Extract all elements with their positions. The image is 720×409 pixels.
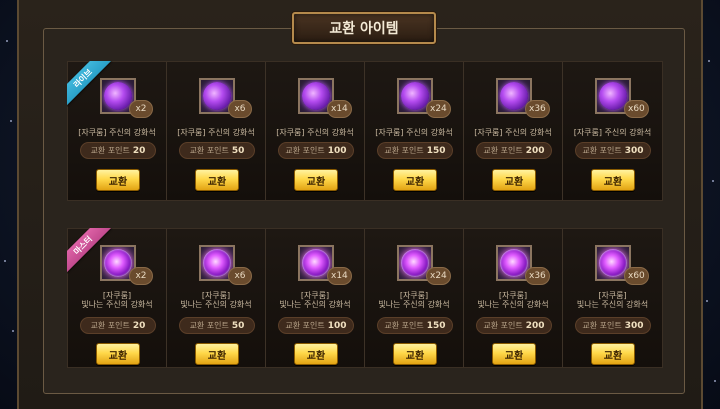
points-label: 교환 포인트 <box>189 321 229 330</box>
points-value: 20 <box>132 320 146 331</box>
item-name-line2: 빛나는 주신의 강화석 <box>477 300 549 309</box>
points-label: 교환 포인트 <box>285 321 325 330</box>
exchange-item-card: x14 [자쿠룸] 주신의 강화석교환 포인트 100 교환 <box>266 62 365 200</box>
points-value: 100 <box>327 320 347 331</box>
exchange-points-badge: 교환 포인트 20 <box>80 142 156 159</box>
exchange-points-badge: 교환 포인트 50 <box>179 142 255 159</box>
item-name-line2: 빛나는 주신의 강화석 <box>81 300 153 309</box>
points-label: 교환 포인트 <box>189 146 229 155</box>
item-name: [자쿠룸] 주신의 강화석 <box>276 128 354 137</box>
item-quantity-badge: x14 <box>327 100 352 118</box>
item-quantity-badge: x14 <box>327 267 352 285</box>
item-quantity-badge: x24 <box>426 100 451 118</box>
panel-title: 교환 아이템 <box>292 12 436 44</box>
item-name: [자쿠룸] 주신의 강화석 <box>78 128 156 137</box>
points-label: 교환 포인트 <box>90 321 130 330</box>
exchange-button[interactable]: 교환 <box>195 343 239 365</box>
points-label: 교환 포인트 <box>384 146 424 155</box>
exchange-button[interactable]: 교환 <box>393 343 437 365</box>
exchange-points-badge: 교환 포인트 20 <box>80 317 156 334</box>
points-label: 교환 포인트 <box>483 146 523 155</box>
exchange-group-master: 마스터 x2 [자쿠룸] 빛나는 주신의 강화석 교환 포인트 20 교환 x6 [자쿠룸] 빛… <box>67 228 663 368</box>
exchange-points-badge: 교환 포인트 200 <box>476 142 552 159</box>
points-label: 교환 포인트 <box>90 146 130 155</box>
points-label: 교환 포인트 <box>582 321 622 330</box>
exchange-item-card: x6 [자쿠룸] 빛나는 주신의 강화석 교환 포인트 50 교환 <box>167 229 266 367</box>
points-label: 교환 포인트 <box>483 321 523 330</box>
exchange-button[interactable]: 교환 <box>492 169 536 191</box>
points-value: 100 <box>327 145 347 156</box>
item-name-line2: 빛나는 주신의 강화석 <box>378 300 450 309</box>
item-name-line2: 빛나는 주신의 강화석 <box>180 300 252 309</box>
exchange-points-badge: 교환 포인트 150 <box>377 317 453 334</box>
points-value: 50 <box>231 145 245 156</box>
points-value: 300 <box>624 145 644 156</box>
points-label: 교환 포인트 <box>285 146 325 155</box>
points-value: 20 <box>132 145 146 156</box>
exchange-item-card: x60 [자쿠룸] 빛나는 주신의 강화석 교환 포인트 300 교환 <box>563 229 662 367</box>
exchange-points-badge: 교환 포인트 100 <box>278 142 354 159</box>
exchange-points-badge: 교환 포인트 50 <box>179 317 255 334</box>
item-name-line2: 빛나는 주신의 강화석 <box>576 300 649 309</box>
exchange-points-badge: 교환 포인트 150 <box>377 142 453 159</box>
points-value: 50 <box>231 320 245 331</box>
exchange-item-card: x36 [자쿠룸] 주신의 강화석교환 포인트 200 교환 <box>464 62 563 200</box>
exchange-item-card: x14 [자쿠룸] 빛나는 주신의 강화석 교환 포인트 100 교환 <box>266 229 365 367</box>
item-quantity-badge: x36 <box>525 100 550 118</box>
item-quantity-badge: x6 <box>228 267 252 285</box>
exchange-button[interactable]: 교환 <box>294 169 338 191</box>
exchange-points-badge: 교환 포인트 200 <box>476 317 552 334</box>
item-name: [자쿠룸] 주신의 강화석 <box>375 128 453 137</box>
item-quantity-badge: x6 <box>228 100 252 118</box>
exchange-points-badge: 교환 포인트 100 <box>278 317 354 334</box>
exchange-button[interactable]: 교환 <box>393 169 437 191</box>
exchange-button[interactable]: 교환 <box>492 343 536 365</box>
points-label: 교환 포인트 <box>384 321 424 330</box>
item-quantity-badge: x2 <box>129 100 153 118</box>
exchange-button[interactable]: 교환 <box>96 169 140 191</box>
item-name-line2: 빛나는 주신의 강화석 <box>279 300 351 309</box>
exchange-item-card: x24 [자쿠룸] 주신의 강화석교환 포인트 150 교환 <box>365 62 464 200</box>
ribbon-label: 마스터 <box>67 228 111 274</box>
points-label: 교환 포인트 <box>582 146 622 155</box>
points-value: 150 <box>426 320 446 331</box>
item-name: [자쿠룸] 주신의 강화석 <box>573 128 652 137</box>
points-value: 200 <box>525 320 545 331</box>
points-value: 300 <box>624 320 644 331</box>
item-quantity-badge: x2 <box>129 267 153 285</box>
ribbon-badge: 라이브 <box>67 61 113 107</box>
points-value: 150 <box>426 145 446 156</box>
exchange-button[interactable]: 교환 <box>591 169 635 191</box>
points-value: 200 <box>525 145 545 156</box>
item-quantity-badge: x60 <box>624 267 649 285</box>
item-quantity-badge: x24 <box>426 267 451 285</box>
exchange-points-badge: 교환 포인트 300 <box>575 142 651 159</box>
item-name: [자쿠룸] 주신의 강화석 <box>474 128 552 137</box>
exchange-button[interactable]: 교환 <box>294 343 338 365</box>
item-quantity-badge: x36 <box>525 267 550 285</box>
exchange-button[interactable]: 교환 <box>96 343 140 365</box>
ribbon-badge: 마스터 <box>67 228 113 274</box>
exchange-button[interactable]: 교환 <box>591 343 635 365</box>
exchange-item-card: x6 [자쿠룸] 주신의 강화석교환 포인트 50 교환 <box>167 62 266 200</box>
item-quantity-badge: x60 <box>624 100 649 118</box>
exchange-item-card: x60 [자쿠룸] 주신의 강화석교환 포인트 300 교환 <box>563 62 662 200</box>
exchange-item-card: x36 [자쿠룸] 빛나는 주신의 강화석 교환 포인트 200 교환 <box>464 229 563 367</box>
exchange-group-live: 라이브 x2 [자쿠룸] 주신의 강화석 교환 포인트 20 교환 x6 [자쿠룸] 주신의… <box>67 61 663 201</box>
exchange-item-card: x24 [자쿠룸] 빛나는 주신의 강화석 교환 포인트 150 교환 <box>365 229 464 367</box>
exchange-button[interactable]: 교환 <box>195 169 239 191</box>
item-name: [자쿠룸] 주신의 강화석 <box>177 128 255 137</box>
ribbon-label: 라이브 <box>67 61 111 107</box>
exchange-points-badge: 교환 포인트 300 <box>575 317 651 334</box>
